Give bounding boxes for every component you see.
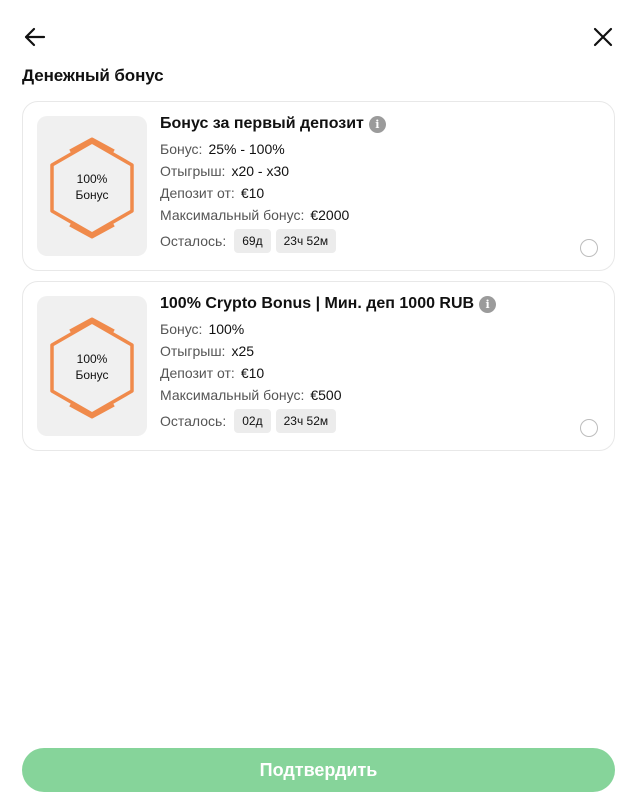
remaining-days: 02д <box>234 409 271 433</box>
bonus-title-text: 100% Crypto Bonus | Мин. деп 1000 RUB <box>160 295 475 312</box>
bonus-badge: 100% Бонус <box>37 116 147 256</box>
bonus-card[interactable]: 100% Бонус 100% Crypto Bonus | Мин. деп … <box>22 281 615 451</box>
max-bonus-row: Максимальный бонус: €2000 <box>160 207 349 223</box>
deposit-value: €10 <box>240 365 265 381</box>
max-bonus-label: Максимальный бонус: <box>160 387 305 403</box>
bonus-amount-row: Бонус: 100% <box>160 321 244 337</box>
remaining-label: Осталось: <box>160 413 227 429</box>
max-bonus-value: €500 <box>310 387 342 403</box>
remaining-row: Осталось: 02д 23ч 52м <box>160 409 341 433</box>
wager-value: x25 <box>231 343 255 359</box>
remaining-label: Осталось: <box>160 233 227 249</box>
remaining-days: 69д <box>234 229 271 253</box>
wager-value: x20 - x30 <box>231 163 290 179</box>
bonus-amount-value: 100% <box>208 321 245 337</box>
max-bonus-row: Максимальный бонус: €500 <box>160 387 342 403</box>
badge-percent: 100% <box>76 352 108 366</box>
bonus-amount-label: Бонус: <box>160 141 203 157</box>
bonus-badge: 100% Бонус <box>37 296 147 436</box>
deposit-value: €10 <box>240 185 265 201</box>
info-icon[interactable]: i <box>479 295 497 313</box>
close-button[interactable] <box>591 25 615 49</box>
confirm-button[interactable]: Подтвердить <box>22 748 615 792</box>
deposit-label: Депозит от: <box>160 185 235 201</box>
badge-label: Бонус <box>75 188 109 202</box>
deposit-row: Депозит от: €10 <box>160 185 264 201</box>
select-radio[interactable] <box>580 239 598 257</box>
wager-label: Отыгрыш: <box>160 163 226 179</box>
deposit-row: Депозит от: €10 <box>160 365 264 381</box>
remaining-row: Осталось: 69д 23ч 52м <box>160 229 341 253</box>
close-icon <box>593 27 613 47</box>
bonus-amount-label: Бонус: <box>160 321 203 337</box>
top-bar <box>0 0 638 66</box>
badge-percent: 100% <box>76 172 108 186</box>
max-bonus-label: Максимальный бонус: <box>160 207 305 223</box>
bonus-amount-value: 25% - 100% <box>208 141 285 157</box>
bonus-title: Бонус за первый депозит i <box>160 115 386 133</box>
section-title: Денежный бонус <box>22 66 164 85</box>
bonus-amount-row: Бонус: 25% - 100% <box>160 141 285 157</box>
back-button[interactable] <box>22 25 48 49</box>
deposit-label: Депозит от: <box>160 365 235 381</box>
wager-row: Отыгрыш: x25 <box>160 343 254 359</box>
badge-label: Бонус <box>75 368 109 382</box>
wager-row: Отыгрыш: x20 - x30 <box>160 163 289 179</box>
bonus-card[interactable]: 100% Бонус Бонус за первый депозит i Бон… <box>22 101 615 271</box>
wager-label: Отыгрыш: <box>160 343 226 359</box>
max-bonus-value: €2000 <box>310 207 350 223</box>
bonus-title-text: Бонус за первый депозит <box>160 115 364 132</box>
remaining-time: 23ч 52м <box>275 409 337 433</box>
arrow-left-icon <box>24 27 46 47</box>
bonus-title: 100% Crypto Bonus | Мин. деп 1000 RUB i <box>160 295 497 313</box>
remaining-time: 23ч 52м <box>275 229 337 253</box>
select-radio[interactable] <box>580 419 598 437</box>
info-icon[interactable]: i <box>368 115 386 133</box>
